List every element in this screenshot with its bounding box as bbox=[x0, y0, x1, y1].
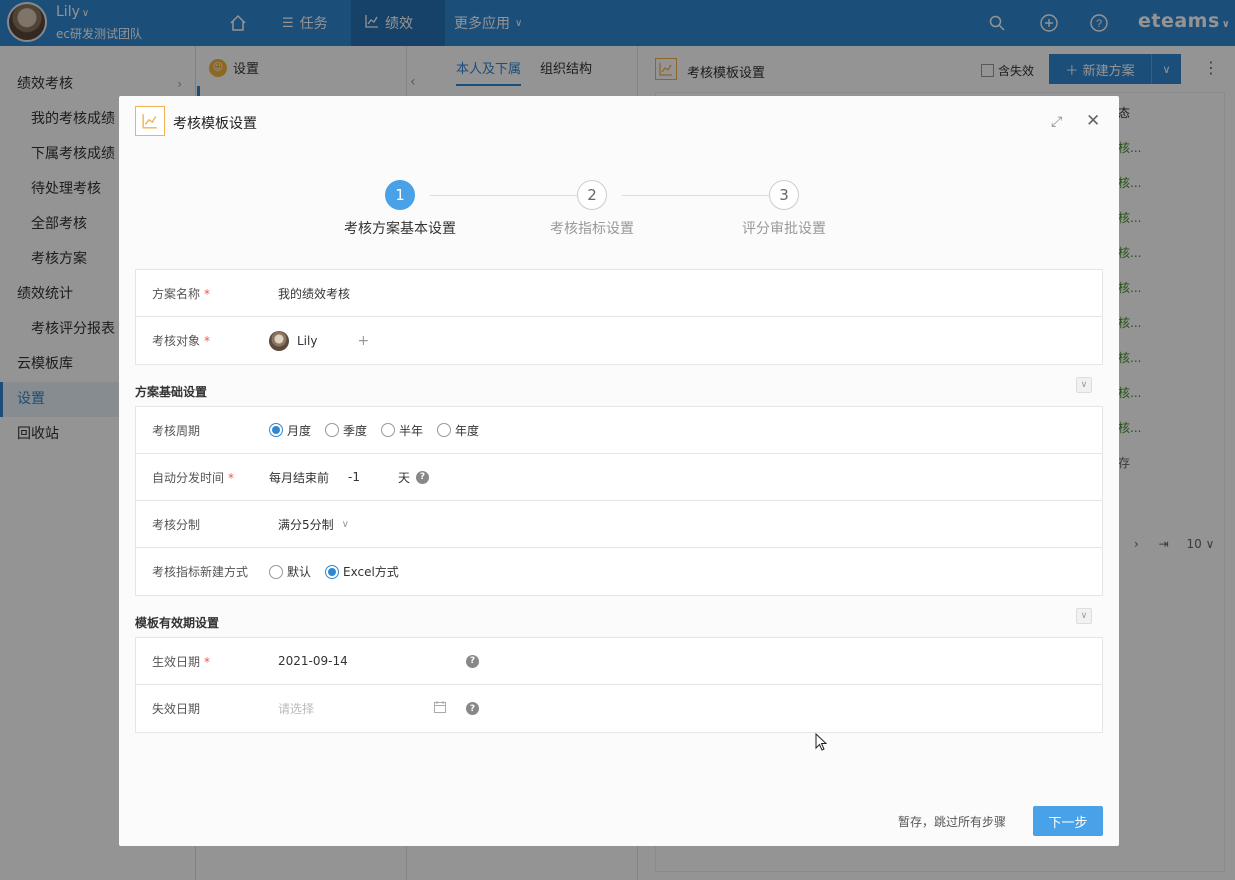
score-system-row: 考核分制 满分5分制 ∨ bbox=[136, 501, 1102, 548]
radio-dot[interactable] bbox=[269, 423, 283, 437]
save-skip-link[interactable]: 暂存，跳过所有步骤 bbox=[898, 813, 1006, 830]
step-3-indicator: 3 bbox=[769, 180, 799, 210]
score-system-value: 满分5分制 bbox=[278, 517, 334, 532]
step-connector bbox=[622, 195, 769, 196]
wizard-steps: 1 2 3 考核方案基本设置 考核指标设置 评分审批设置 bbox=[119, 180, 1119, 240]
step-3-label: 评分审批设置 bbox=[742, 221, 826, 237]
review-cycle-radio-group: 月度 季度 半年 年度 bbox=[269, 422, 493, 439]
target-user-name: Lily bbox=[297, 333, 318, 348]
review-target-row: 考核对象 * Lily + bbox=[136, 317, 1102, 364]
review-target-value: Lily + bbox=[269, 330, 369, 351]
help-icon[interactable]: ? bbox=[466, 702, 479, 715]
next-step-button[interactable]: 下一步 bbox=[1033, 806, 1103, 836]
radio-dot[interactable] bbox=[269, 564, 283, 579]
end-date-input[interactable]: 请选择 bbox=[278, 700, 314, 717]
auto-dispatch-row: 自动分发时间 * 每月结束前 -1 天 ? bbox=[136, 454, 1102, 501]
plan-name-label: 方案名称 * bbox=[152, 286, 211, 301]
indicator-method-label: 考核指标新建方式 bbox=[152, 565, 249, 579]
chevron-down-icon[interactable]: ∨ bbox=[1076, 377, 1092, 393]
auto-dispatch-days-input[interactable]: -1 bbox=[348, 470, 398, 484]
score-system-label: 考核分制 bbox=[152, 517, 201, 532]
add-icon[interactable]: + bbox=[357, 333, 369, 349]
radio-default[interactable]: 默认 bbox=[269, 563, 311, 580]
basic-settings-form: 考核周期 月度 季度 半年 年度 自动分发时间 * 每月结束前 -1 天 ? 考核… bbox=[135, 406, 1103, 596]
expand-icon[interactable]: ⤢ bbox=[1051, 114, 1062, 130]
template-settings-dialog: 考核模板设置 ⤢ ✕ 1 2 3 考核方案基本设置 考核指标设置 评分审批设置 … bbox=[119, 96, 1119, 846]
review-cycle-row: 考核周期 月度 季度 半年 年度 bbox=[136, 407, 1102, 454]
step-1-label: 考核方案基本设置 bbox=[344, 221, 456, 237]
radio-quarterly[interactable]: 季度 bbox=[325, 422, 367, 439]
indicator-method-row: 考核指标新建方式 默认 Excel方式 bbox=[136, 548, 1102, 595]
plan-name-row: 方案名称 * 我的绩效考核 bbox=[136, 270, 1102, 317]
step-2-label: 考核指标设置 bbox=[550, 221, 634, 237]
start-date-input[interactable]: 2021-09-14 bbox=[278, 654, 348, 668]
radio-monthly[interactable]: 月度 bbox=[269, 422, 311, 439]
section-title-validity: 模板有效期设置 bbox=[135, 616, 220, 630]
chevron-down-icon[interactable]: ∨ bbox=[1076, 608, 1092, 624]
review-target-label: 考核对象 * bbox=[152, 334, 211, 348]
chart-icon bbox=[135, 106, 165, 136]
radio-excel[interactable]: Excel方式 bbox=[325, 563, 399, 580]
start-date-label: 生效日期 * bbox=[152, 654, 211, 669]
radio-dot[interactable] bbox=[381, 423, 396, 437]
end-date-label: 失效日期 bbox=[152, 702, 201, 716]
radio-dot[interactable] bbox=[325, 564, 340, 579]
basic-info-form: 方案名称 * 我的绩效考核 考核对象 * Lily + bbox=[135, 269, 1103, 365]
auto-dispatch-unit: 天 bbox=[398, 470, 411, 485]
auto-dispatch-value: 每月结束前 -1 天 ? bbox=[269, 469, 430, 486]
auto-dispatch-label: 自动分发时间 * bbox=[152, 470, 235, 485]
radio-dot[interactable] bbox=[437, 423, 452, 437]
radio-dot[interactable] bbox=[325, 423, 340, 437]
step-1-indicator: 1 bbox=[385, 180, 415, 210]
indicator-method-radio-group: 默认 Excel方式 bbox=[269, 563, 413, 580]
help-icon[interactable]: ? bbox=[466, 654, 479, 668]
radio-yearly[interactable]: 年度 bbox=[437, 422, 479, 439]
mouse-cursor-icon bbox=[815, 732, 828, 751]
radio-half-year[interactable]: 半年 bbox=[381, 422, 423, 439]
score-system-select[interactable]: 满分5分制 ∨ bbox=[278, 516, 349, 533]
calendar-icon[interactable] bbox=[434, 701, 446, 716]
step-2-indicator: 2 bbox=[577, 180, 607, 210]
section-title-basic: 方案基础设置 bbox=[135, 385, 208, 399]
plan-name-input[interactable]: 我的绩效考核 bbox=[278, 285, 350, 302]
close-icon[interactable]: ✕ bbox=[1086, 111, 1100, 131]
start-date-row: 生效日期 * 2021-09-14 ? bbox=[136, 638, 1102, 685]
auto-dispatch-prefix: 每月结束前 bbox=[269, 470, 330, 485]
avatar bbox=[269, 330, 289, 351]
step-connector bbox=[430, 195, 577, 196]
validity-form: 生效日期 * 2021-09-14 ? 失效日期 请选择 ? bbox=[135, 637, 1103, 733]
end-date-row: 失效日期 请选择 ? bbox=[136, 685, 1102, 732]
chevron-down-icon: ∨ bbox=[341, 518, 349, 530]
help-icon[interactable]: ? bbox=[416, 470, 430, 484]
review-cycle-label: 考核周期 bbox=[152, 423, 201, 438]
dialog-title: 考核模板设置 bbox=[173, 116, 257, 132]
